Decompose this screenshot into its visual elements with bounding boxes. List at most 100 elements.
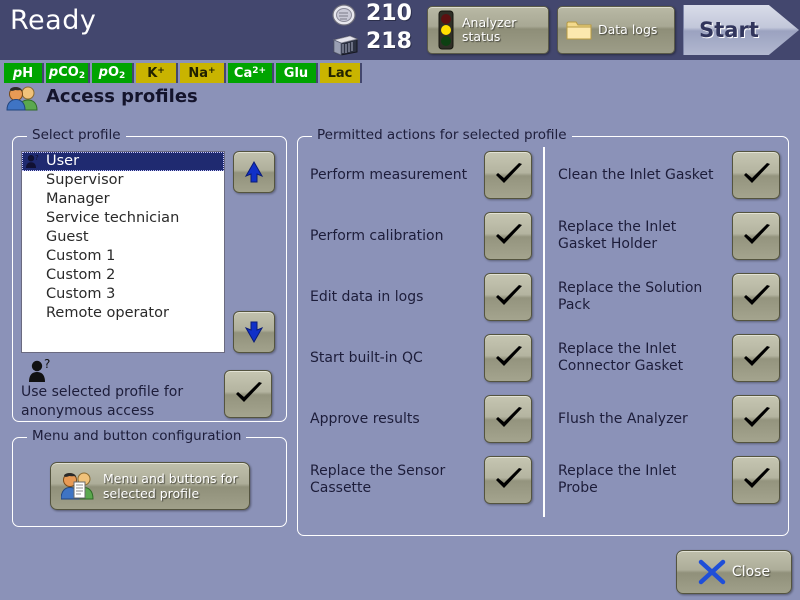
analyte-tab-bar: pH pCO2 pO2 K+ Na+ Ca2+ Glu Lac (0, 63, 800, 83)
analyte-tab-pco2[interactable]: pCO2 (46, 63, 90, 83)
profile-list-item[interactable]: ?Supervisor (22, 171, 224, 190)
x-close-icon (698, 559, 726, 585)
close-button[interactable]: Close (676, 550, 792, 594)
checkmark-icon (236, 382, 262, 402)
profile-list-item[interactable]: ?Custom 1 (22, 247, 224, 266)
data-logs-label: Data logs (598, 21, 658, 37)
profile-list-item-label: Remote operator (46, 305, 169, 321)
checkmark-icon (496, 407, 522, 427)
permitted-action-label: Replace the Solution Pack (558, 280, 703, 313)
analyzer-status-text: Ready (10, 5, 97, 36)
profile-list-item[interactable]: ? User (22, 152, 224, 171)
permitted-action-label: Clean the Inlet Gasket (558, 166, 714, 183)
permitted-action-checkbox[interactable] (484, 395, 532, 443)
data-logs-button[interactable]: Data logs (557, 6, 675, 54)
sensor-cassette-counter: 218 (330, 29, 430, 58)
permitted-action-checkbox[interactable] (484, 456, 532, 504)
permitted-action-checkbox[interactable] (732, 334, 780, 382)
scroll-up-button[interactable] (233, 151, 275, 193)
solution-pack-count: 210 (366, 1, 412, 26)
permitted-action-label: Replace the Inlet Connector Gasket (558, 341, 684, 374)
permitted-action-checkbox[interactable] (732, 212, 780, 260)
profile-list-item[interactable]: ?Remote operator (22, 304, 224, 323)
column-divider (543, 147, 545, 517)
two-users-list-icon (61, 472, 94, 500)
permitted-action-label: Perform calibration (310, 227, 444, 244)
analyte-label: K+ (147, 65, 165, 81)
checkmark-icon (496, 468, 522, 488)
permitted-action-checkbox[interactable] (732, 395, 780, 443)
profile-list-item-label: Supervisor (46, 172, 124, 188)
profile-list-item[interactable]: ?Manager (22, 190, 224, 209)
arrow-down-icon (244, 321, 264, 344)
profile-list-item-label: Service technician (46, 210, 180, 226)
profile-list-item-label: Custom 2 (46, 267, 116, 283)
select-profile-group: Select profile ?User?Supervisor?Manager?… (12, 127, 287, 422)
profile-list-item[interactable]: ?Service technician (22, 209, 224, 228)
menu-and-buttons-button[interactable]: Menu and buttons for selected profile (50, 462, 250, 510)
svg-text:?: ? (35, 154, 39, 162)
profile-list-item[interactable]: ?Guest (22, 228, 224, 247)
sensor-cassette-icon (332, 35, 359, 56)
analyte-tab-lac[interactable]: Lac (320, 63, 362, 83)
permitted-action-checkbox[interactable] (484, 212, 532, 260)
start-button[interactable]: Start (683, 5, 799, 55)
analyte-tab-na[interactable]: Na+ (180, 63, 226, 83)
permitted-action-row: Replace the Solution Pack (552, 273, 787, 321)
permitted-action-label: Replace the Inlet Probe (558, 463, 677, 496)
permitted-action-row: Replace the Inlet Connector Gasket (552, 334, 787, 382)
analyte-label: pCO2 (48, 65, 86, 81)
permitted-action-row: Start built-in QC (304, 334, 539, 382)
analyte-tab-glu[interactable]: Glu (276, 63, 318, 83)
menu-config-legend: Menu and button configuration (27, 428, 247, 444)
top-status-bar: Ready 210 218 Analyzer status Data logs … (0, 0, 800, 60)
permitted-action-label: Perform measurement (310, 166, 468, 183)
scroll-down-button[interactable] (233, 311, 275, 353)
analyte-tab-ph[interactable]: pH (4, 63, 44, 83)
profile-list[interactable]: ? User ?Supervisor?Manager?Service technic… (21, 151, 225, 353)
analyte-tab-ca2[interactable]: Ca2+ (228, 63, 274, 83)
analyte-tab-k[interactable]: K+ (136, 63, 178, 83)
permitted-action-checkbox[interactable] (484, 273, 532, 321)
solution-pack-counter: 210 (330, 1, 430, 30)
analyte-label: pO2 (98, 65, 126, 81)
traffic-light-icon (438, 10, 454, 50)
folder-icon (566, 21, 592, 40)
permitted-action-row: Replace the Sensor Cassette (304, 456, 539, 504)
profile-list-item-label: Manager (46, 191, 110, 207)
anonymous-access-checkbox[interactable] (224, 370, 272, 418)
permitted-action-label: Edit data in logs (310, 288, 424, 305)
permitted-action-label: Replace the Inlet Gasket Holder (558, 219, 677, 252)
analyzer-status-button[interactable]: Analyzer status (427, 6, 549, 54)
permitted-action-checkbox[interactable] (732, 151, 780, 199)
svg-text:?: ? (44, 359, 50, 371)
permitted-action-label: Start built-in QC (310, 349, 423, 366)
analyzer-status-label: Analyzer status (462, 14, 517, 44)
permitted-action-checkbox[interactable] (484, 334, 532, 382)
checkmark-icon (744, 285, 770, 305)
permitted-action-checkbox[interactable] (732, 273, 780, 321)
permitted-action-row: Flush the Analyzer (552, 395, 787, 443)
analyte-tab-po2[interactable]: pO2 (92, 63, 134, 83)
checkmark-icon (744, 346, 770, 366)
profile-list-item-label: Custom 1 (46, 248, 116, 264)
permitted-action-checkbox[interactable] (484, 151, 532, 199)
start-label: Start (699, 18, 759, 42)
anonymous-user-icon: ? (29, 359, 50, 382)
page-header: Access profiles (0, 83, 800, 113)
checkmark-icon (496, 163, 522, 183)
permitted-actions-legend: Permitted actions for selected profile (312, 127, 572, 143)
permitted-action-row: Perform measurement (304, 151, 539, 199)
analyte-label: Na+ (188, 65, 216, 81)
checkmark-icon (496, 285, 522, 305)
permitted-action-checkbox[interactable] (732, 456, 780, 504)
profile-list-item[interactable]: ?Custom 2 (22, 266, 224, 285)
permitted-action-row: Perform calibration (304, 212, 539, 260)
permitted-action-row: Replace the Inlet Gasket Holder (552, 212, 787, 260)
analyte-label: Glu (283, 65, 309, 81)
analyte-label: Ca2+ (233, 65, 267, 81)
permitted-action-row: Replace the Inlet Probe (552, 456, 787, 504)
anonymous-access-label: Use selected profile for anonymous acces… (21, 384, 184, 419)
profile-list-item[interactable]: ?Custom 3 (22, 285, 224, 304)
menu-config-group: Menu and button configuration Menu and b… (12, 428, 287, 527)
